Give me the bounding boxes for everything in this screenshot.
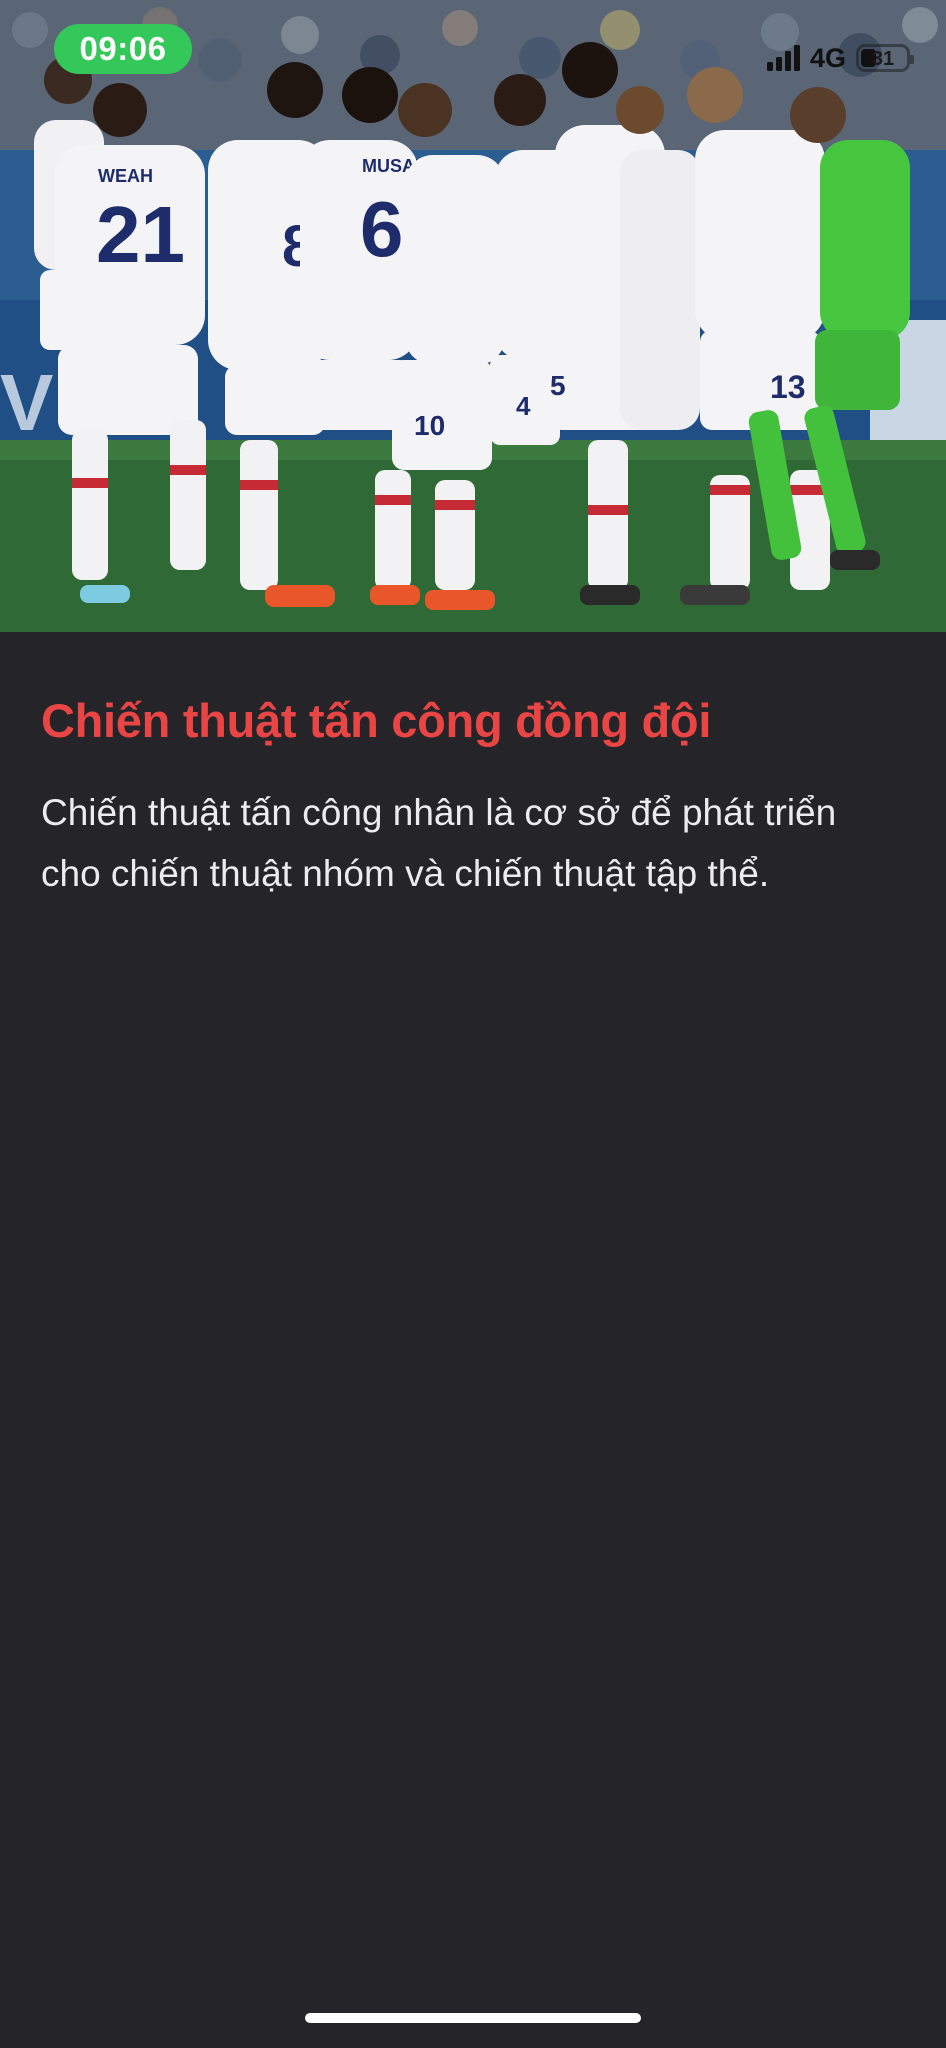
article-title: Chiến thuật tấn công đồng đội xyxy=(41,694,712,747)
cellular-signal-icon xyxy=(766,45,800,71)
team-photo-image: V WEAH 21 8 MUSAH 6 10 4 5 13 xyxy=(0,0,946,632)
home-indicator[interactable] xyxy=(305,2013,641,2023)
battery-level: 31 xyxy=(871,48,895,70)
svg-text:WEAH: WEAH xyxy=(98,166,153,186)
svg-text:13: 13 xyxy=(770,369,806,405)
network-type-label: 4G xyxy=(809,42,846,73)
svg-text:5: 5 xyxy=(550,370,566,401)
status-indicators: 4G 31 xyxy=(766,40,914,76)
svg-text:10: 10 xyxy=(414,410,445,441)
svg-text:6: 6 xyxy=(360,185,403,273)
battery-icon: 31 xyxy=(856,44,914,72)
article-body: Chiến thuật tấn công nhân là cơ sở để ph… xyxy=(41,792,837,894)
svg-text:21: 21 xyxy=(96,190,185,279)
status-time: 09:06 xyxy=(54,24,192,74)
article-content: Chiến thuật tấn công đồng đội Chiến thuậ… xyxy=(41,690,905,904)
svg-text:V: V xyxy=(0,358,53,447)
hero-image: V WEAH 21 8 MUSAH 6 10 4 5 13 xyxy=(0,0,946,632)
battery-cap xyxy=(910,55,914,64)
svg-text:4: 4 xyxy=(516,391,531,421)
